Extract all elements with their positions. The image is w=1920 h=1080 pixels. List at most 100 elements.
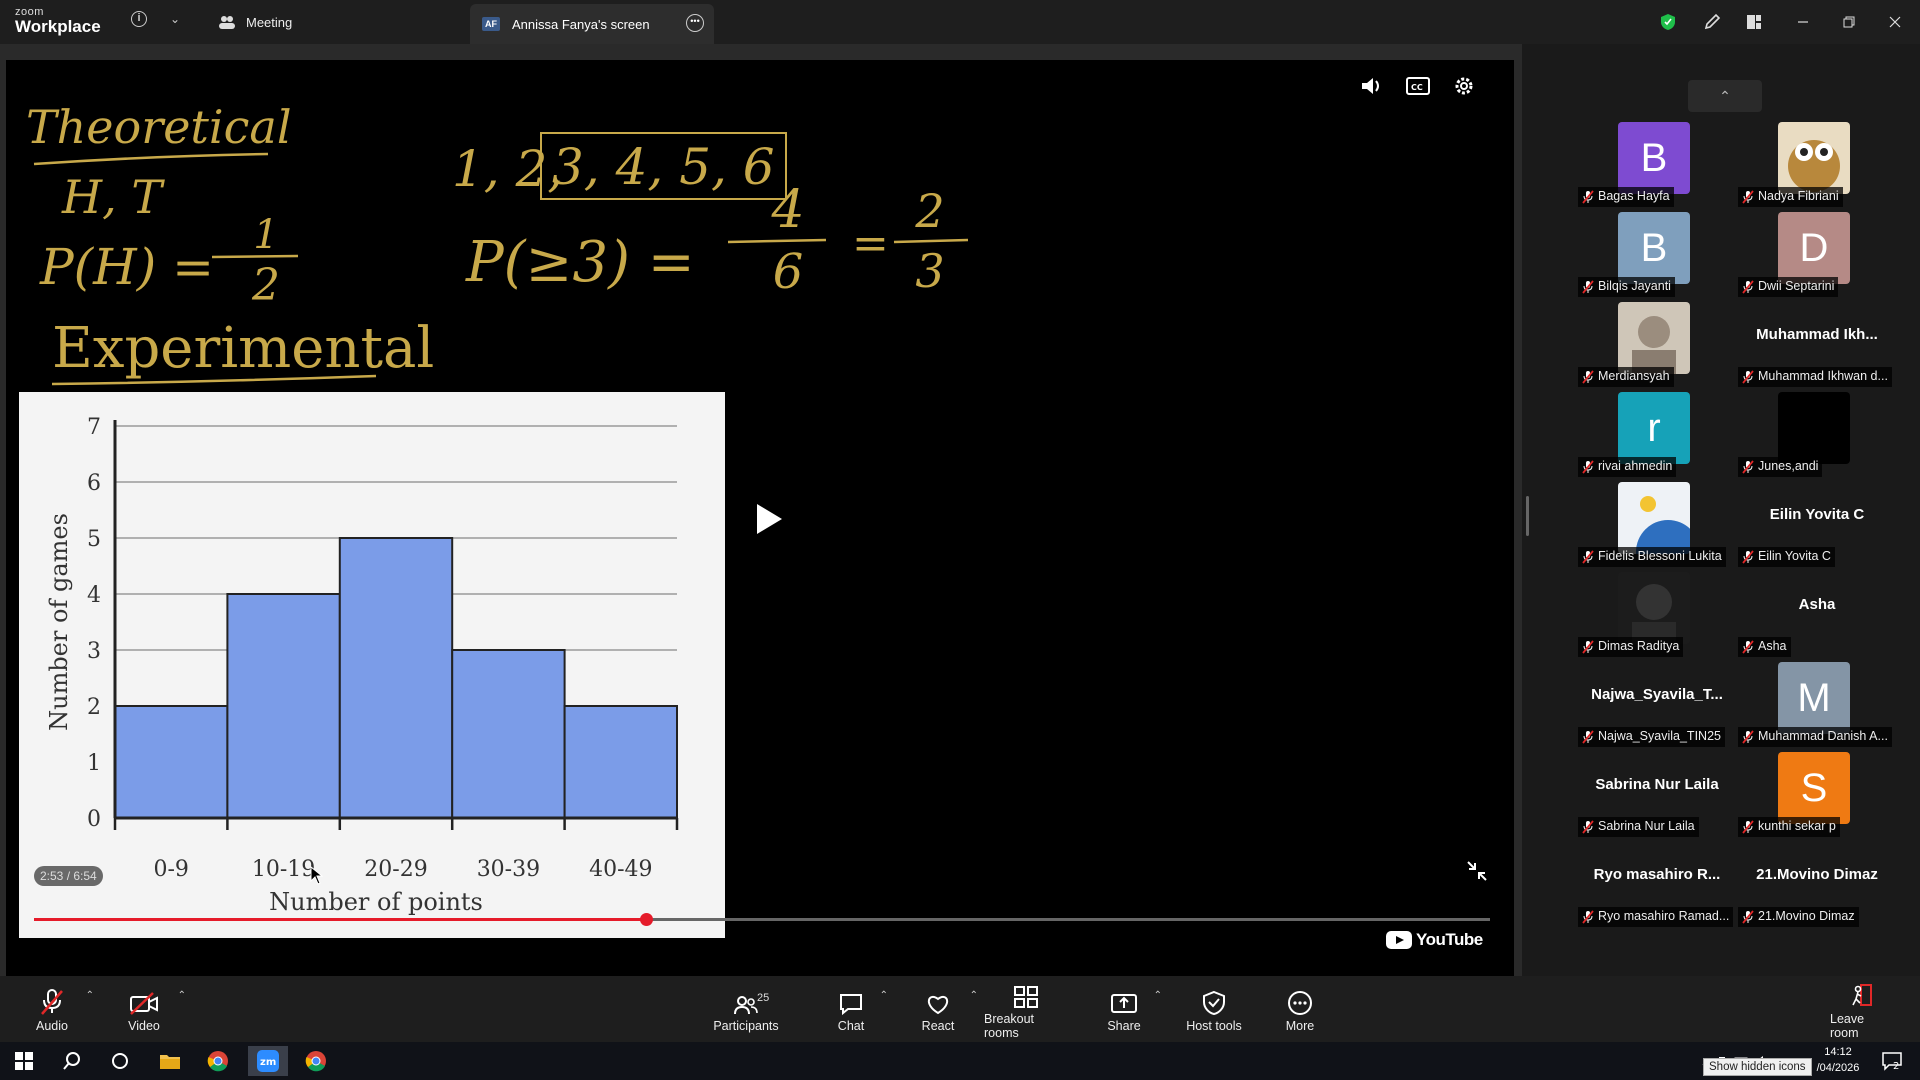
- y-tick-label: 3: [87, 639, 101, 664]
- youtube-video-player[interactable]: Theoretical H, T P(H) = 1 2 1, 2, 3, 4, …: [6, 60, 1514, 976]
- board-frac3-num: 2: [915, 184, 945, 238]
- y-tick-label: 2: [87, 695, 101, 720]
- participant-avatar: B: [1618, 212, 1690, 284]
- leave-room-button[interactable]: Leave room: [1830, 976, 1894, 1042]
- view-layout-icon[interactable]: [1738, 0, 1770, 44]
- show-hidden-icons-tooltip: Show hidden icons: [1703, 1058, 1812, 1076]
- y-tick-label: 0: [87, 807, 101, 832]
- video-progress-fill: [34, 918, 646, 921]
- participant-tile[interactable]: Nadya Fibriani: [1738, 122, 1896, 212]
- video-progress-bar[interactable]: [34, 913, 1490, 926]
- restore-icon[interactable]: [1834, 0, 1864, 44]
- x-axis-label: Number of points: [269, 888, 483, 916]
- more-label: More: [1285, 1018, 1315, 1033]
- chat-label: Chat: [837, 1018, 865, 1033]
- participant-tile[interactable]: Sabrina Nur Laila Sabrina Nur Laila: [1578, 752, 1736, 842]
- board-frac2-den: 6: [772, 244, 804, 300]
- participant-tile[interactable]: Merdiansyah: [1578, 302, 1736, 392]
- participant-tile[interactable]: Ryo masahiro R... Ryo masahiro Ramad...: [1578, 842, 1736, 932]
- participant-name: Bilqis Jayanti: [1598, 279, 1671, 293]
- y-tick-label: 6: [87, 471, 101, 496]
- taskbar-clock[interactable]: 14:12 /04/2026: [1808, 1044, 1868, 1076]
- security-shield-icon[interactable]: [1652, 0, 1684, 44]
- participant-tile[interactable]: r rivai ahmedin: [1578, 392, 1736, 482]
- participant-avatar: M: [1778, 662, 1850, 734]
- board-frac3-den: 3: [915, 244, 945, 298]
- youtube-logo[interactable]: YouTube: [1386, 930, 1483, 950]
- react-button[interactable]: React ⌃: [920, 976, 978, 1042]
- exit-fullscreen-icon[interactable]: [1466, 860, 1488, 887]
- shared-screen-tab[interactable]: AF Annissa Fanya's screen •••: [470, 4, 714, 44]
- close-icon[interactable]: [1880, 0, 1910, 44]
- leave-label: Leave room: [1830, 1011, 1865, 1040]
- file-explorer-icon[interactable]: [150, 1046, 190, 1076]
- zoom-app-icon[interactable]: zm: [248, 1046, 288, 1076]
- volume-icon[interactable]: [1358, 72, 1386, 100]
- participant-tile[interactable]: Asha Asha: [1738, 572, 1896, 662]
- chrome-window-icon[interactable]: [296, 1046, 336, 1076]
- participant-name-label: Nadya Fibriani: [1738, 187, 1843, 207]
- notifications-icon[interactable]: 2: [1872, 1046, 1912, 1076]
- more-options-icon[interactable]: •••: [686, 14, 704, 32]
- info-icon[interactable]: i: [131, 11, 147, 27]
- participant-tile[interactable]: Dimas Raditya: [1578, 572, 1736, 662]
- host-tools-button[interactable]: Host tools: [1186, 976, 1242, 1042]
- video-button[interactable]: Video ⌃: [124, 976, 186, 1042]
- host-tools-label: Host tools: [1186, 1018, 1242, 1033]
- search-icon[interactable]: [52, 1046, 92, 1076]
- chat-options-chevron-icon[interactable]: ⌃: [880, 990, 888, 1001]
- participant-tile[interactable]: Skunthi sekar p: [1738, 752, 1896, 842]
- settings-gear-icon[interactable]: [1450, 72, 1478, 100]
- panel-resize-handle[interactable]: [1526, 496, 1529, 536]
- muted-mic-icon: [1582, 370, 1594, 384]
- meeting-toolbar: Audio ⌃ Video ⌃ 25 Participants Chat ⌃ R…: [0, 976, 1920, 1042]
- play-button[interactable]: [754, 502, 784, 541]
- participant-tile[interactable]: Eilin Yovita C Eilin Yovita C: [1738, 482, 1896, 572]
- video-scrubber-knob[interactable]: [639, 913, 653, 926]
- breakout-rooms-button[interactable]: Breakout rooms: [984, 976, 1068, 1042]
- board-equals: =: [852, 218, 889, 269]
- participant-tile[interactable]: Muhammad Ikh... Muhammad Ikhwan d...: [1738, 302, 1896, 392]
- participant-tile[interactable]: Fidelis Blessoni Lukita: [1578, 482, 1736, 572]
- histogram-bar: [226, 593, 341, 819]
- participant-name: Dimas Raditya: [1598, 639, 1680, 653]
- video-options-chevron-icon[interactable]: ⌃: [178, 990, 186, 1001]
- share-button[interactable]: Share ⌃: [1107, 976, 1162, 1042]
- muted-mic-icon: [1582, 820, 1594, 834]
- participants-label: Participants: [713, 1018, 779, 1033]
- participant-name-label: Muhammad Danish A...: [1738, 727, 1892, 747]
- windows-start-icon[interactable]: [4, 1046, 44, 1076]
- muted-mic-icon: [1742, 910, 1754, 924]
- react-heart-icon: [928, 995, 948, 1014]
- brand-bottom: Workplace: [15, 17, 101, 36]
- participant-tile[interactable]: Najwa_Syavila_T... Najwa_Syavila_TIN25: [1578, 662, 1736, 752]
- histogram-bar: [338, 537, 454, 819]
- audio-options-chevron-icon[interactable]: ⌃: [86, 990, 94, 1001]
- participant-tile[interactable]: Junes,andi: [1738, 392, 1896, 482]
- annotate-pen-icon[interactable]: [1696, 0, 1728, 44]
- more-button[interactable]: More: [1282, 976, 1318, 1042]
- meeting-tab[interactable]: Meeting: [218, 0, 292, 44]
- participants-button[interactable]: 25 Participants: [710, 976, 782, 1042]
- chat-button[interactable]: Chat ⌃: [836, 976, 888, 1042]
- minimize-icon[interactable]: [1788, 0, 1818, 44]
- cortana-icon[interactable]: [100, 1046, 140, 1076]
- participant-tile[interactable]: D Dwii Septarini: [1738, 212, 1896, 302]
- video-time: 2:53 / 6:54: [34, 866, 103, 886]
- participant-name-label: Dwii Septarini: [1738, 277, 1839, 297]
- captions-icon[interactable]: CC: [1404, 72, 1432, 100]
- share-options-chevron-icon[interactable]: ⌃: [1154, 990, 1162, 1001]
- chevron-down-icon[interactable]: ⌄: [170, 12, 180, 26]
- audio-button[interactable]: Audio ⌃: [32, 976, 94, 1042]
- participant-tile[interactable]: M Muhammad Danish A...: [1738, 662, 1896, 752]
- participant-name: Dwii Septarini: [1758, 279, 1835, 293]
- participant-tile[interactable]: 21.Movino Dimaz 21.Movino Dimaz: [1738, 842, 1896, 932]
- chat-bubble-icon: [840, 993, 862, 1015]
- participant-tile[interactable]: B Bagas Hayfa: [1578, 122, 1736, 212]
- participant-name-label: rivai ahmedin: [1578, 457, 1677, 477]
- participant-tile[interactable]: B Bilqis Jayanti: [1578, 212, 1736, 302]
- react-options-chevron-icon[interactable]: ⌃: [970, 990, 978, 1001]
- gallery-scroll-up-button[interactable]: ⌃: [1688, 80, 1762, 112]
- chrome-icon[interactable]: [198, 1046, 238, 1076]
- participant-name-label: Junes,andi: [1738, 457, 1823, 477]
